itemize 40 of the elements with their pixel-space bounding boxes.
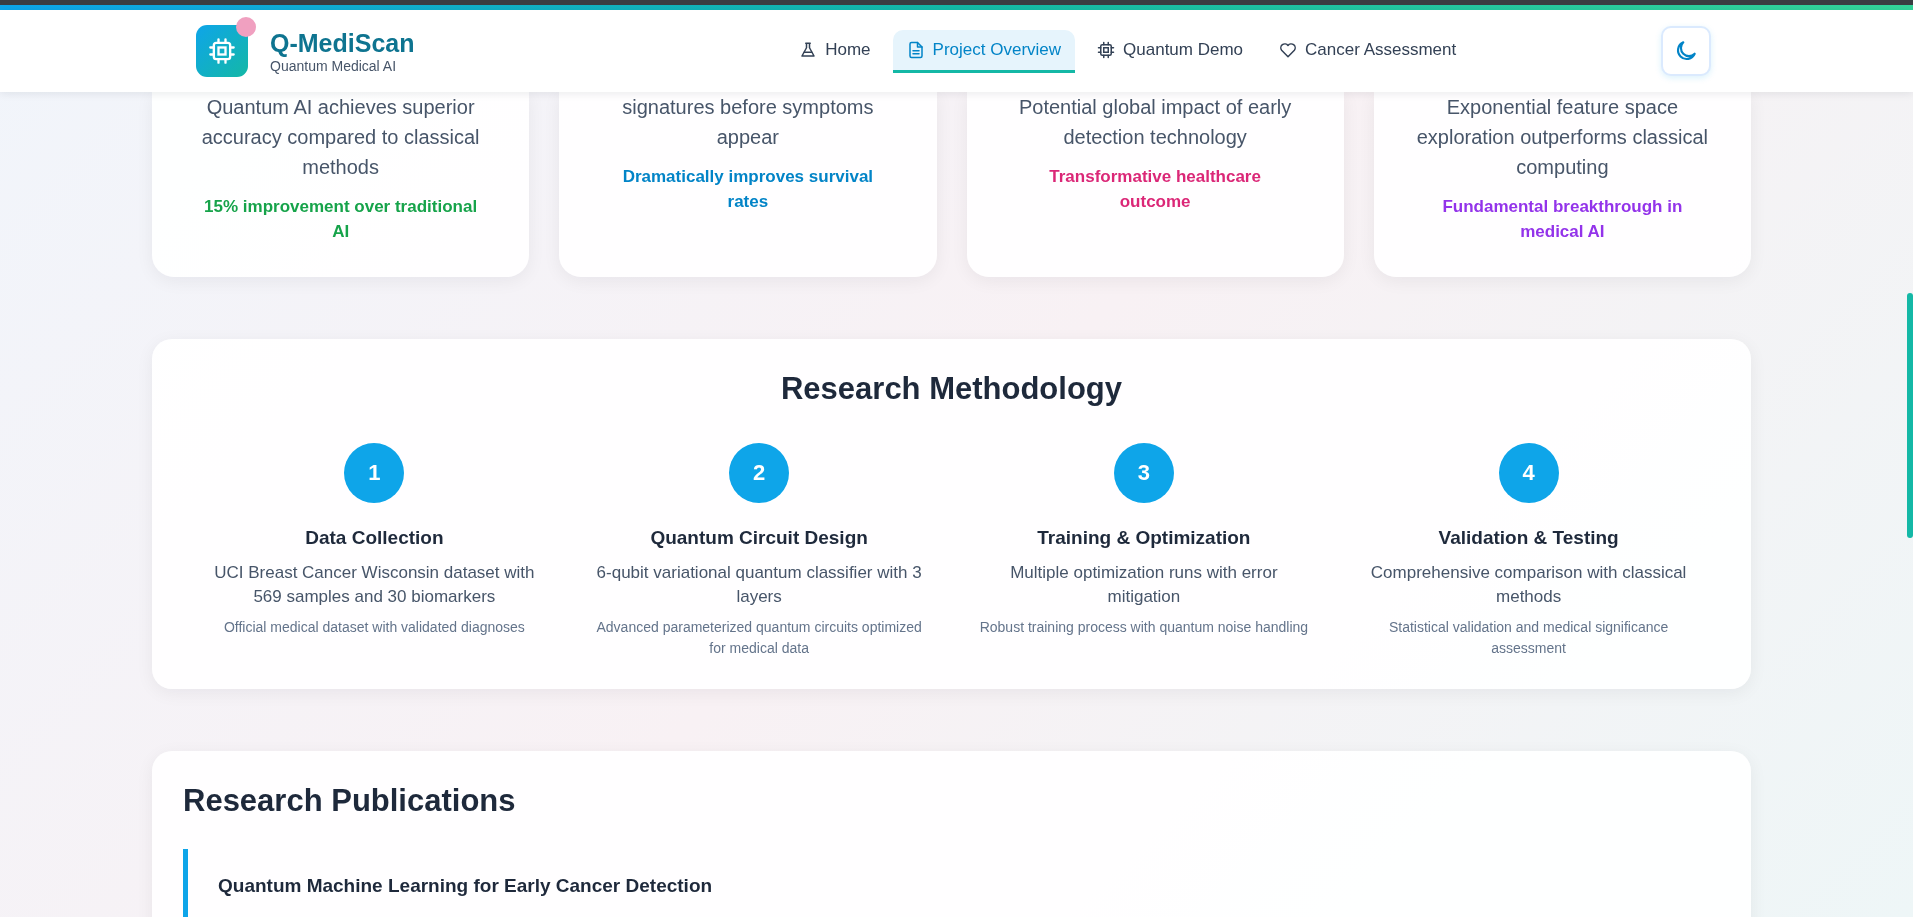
stat-description: Exponential feature space exploration outperforms classical computing (1415, 95, 1709, 180)
section-title: Research Methodology (779, 370, 1124, 408)
nav-tab[interactable]: Project Overview (892, 29, 1076, 73)
step-note: Advanced parameterized quantum circuits optimized for medical data (595, 618, 923, 658)
publication-title: Quantum Machine Learning for Early Cancer Detection (218, 874, 714, 898)
step-note: Robust training process with quantum noise handling (978, 618, 1310, 637)
stat-highlight: Dramatically improves survival rates (621, 166, 875, 213)
step-description: UCI Breast Cancer Wisconsin dataset with 569 samples and 30 biomarkers (213, 562, 536, 608)
nav-tab[interactable]: Cancer Assessment (1265, 29, 1471, 73)
step-note: Official medical dataset with validated diagnoses (222, 618, 526, 637)
step-description: 6-qubit variational quantum classifier with 3 layers (595, 562, 923, 608)
step-description: Multiple optimization runs with error mitigation (1009, 562, 1279, 608)
stat-highlight: Fundamental breakthrough in medical AI (1441, 196, 1684, 243)
logo-icon[interactable] (196, 17, 256, 77)
section-title: Research Publications (183, 782, 517, 820)
step-title: Training & Optimization (1036, 526, 1252, 550)
scrollbar-thumb[interactable] (1907, 293, 1913, 538)
heart-icon (1279, 40, 1298, 59)
document-icon (906, 40, 925, 59)
stat-highlight: Transformative healthcare outcome (1048, 166, 1262, 213)
flask-icon (799, 40, 818, 59)
step-title: Data Collection (304, 526, 445, 550)
step-note: Statistical validation and medical significance assessment (1387, 618, 1670, 658)
step-number: 2 (729, 443, 790, 503)
step-description: Comprehensive comparison with classical methods (1369, 562, 1688, 608)
step-title: Quantum Circuit Design (649, 526, 869, 550)
chip-icon (1097, 40, 1116, 59)
step-number: 4 (1498, 443, 1559, 503)
theme-toggle-button[interactable] (1661, 26, 1711, 76)
brand-name: Q-MediScan (270, 28, 415, 58)
stat-highlight: 15% improvement over traditional AI (203, 196, 479, 243)
step-number: 3 (1113, 443, 1174, 503)
nav-tab[interactable]: Home (785, 29, 885, 73)
stat-description: Quantum AI achieves superior accuracy compared to classical methods (200, 95, 481, 180)
stat-description: signatures before symptoms appear (621, 95, 875, 150)
step-number: 1 (344, 443, 405, 503)
step-title: Validation & Testing (1437, 526, 1620, 550)
stat-description: Potential global impact of early detection technology (1017, 95, 1293, 150)
nav-tab[interactable]: Quantum Demo (1083, 29, 1258, 73)
brand-tagline: Quantum Medical AI (270, 58, 398, 74)
